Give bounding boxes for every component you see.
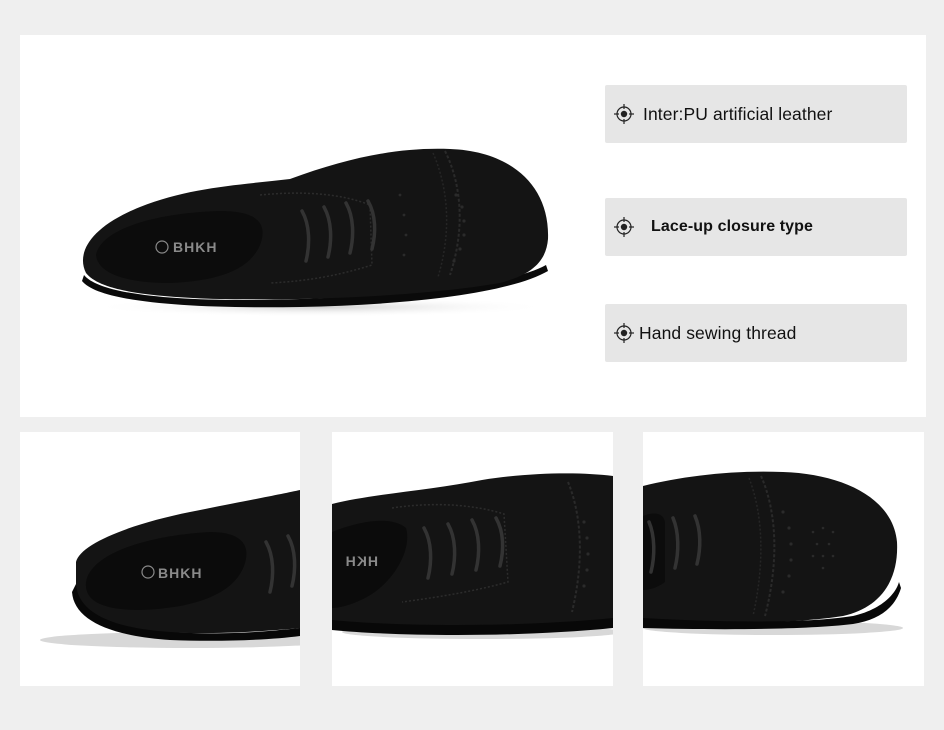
shoe-side-view-image: BHKH — [82, 148, 550, 317]
detail-image-toe — [643, 432, 924, 686]
svg-text:BHKH: BHKH — [173, 239, 217, 255]
feature-label: Inter:PU artificial leather — [643, 103, 833, 124]
shoe-heel-closeup-image: BHKH — [40, 490, 300, 648]
target-icon — [614, 217, 634, 237]
feature-material: Inter:PU artificial leather — [605, 85, 907, 143]
target-icon — [614, 323, 634, 343]
svg-text:BHKH: BHKH — [158, 565, 202, 581]
feature-stitching: Hand sewing thread — [605, 304, 907, 362]
target-icon — [614, 104, 634, 124]
detail-image-lacing: HKH — [332, 432, 613, 686]
feature-label: Hand sewing thread — [639, 322, 797, 343]
main-product-panel: BHKH Inter:PU artificial leather Lace-up… — [20, 35, 926, 417]
detail-image-heel: BHKH — [20, 432, 300, 686]
feature-closure: Lace-up closure type — [605, 198, 907, 256]
shoe-toe-closeup-image — [643, 471, 903, 635]
svg-text:HKH: HKH — [345, 553, 378, 569]
shoe-lacing-closeup-image: HKH — [332, 473, 613, 639]
brand-logo-partial: HKH — [345, 553, 378, 569]
feature-label: Lace-up closure type — [651, 218, 814, 235]
